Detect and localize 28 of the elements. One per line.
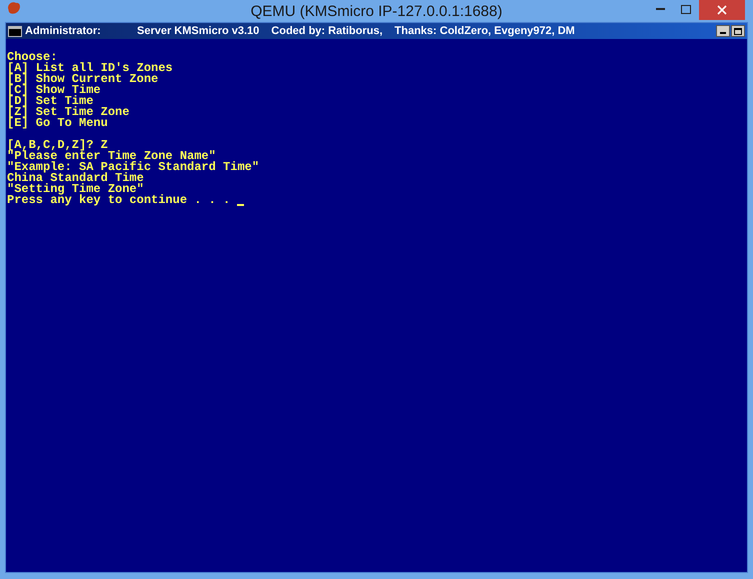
console-title: Administrator: (25, 24, 102, 39)
console-title: Coded by: Ratiborus, (271, 24, 383, 39)
console-line: [C] Show Time (7, 85, 101, 96)
console-line: [B] Show Current Zone (7, 74, 158, 85)
console-line: [E] Go To Menu (7, 118, 108, 129)
text-cursor (237, 204, 244, 206)
console-line: Press any key to continue . . . (7, 195, 232, 206)
console-line: [Z] Set Time Zone (7, 107, 130, 118)
minimize-button[interactable] (716, 25, 730, 37)
console-line: China Standard Time (7, 173, 144, 184)
console-line: Choose: (7, 52, 58, 63)
close-icon (717, 5, 727, 15)
window-title: QEMU (KMSmicro IP-127.0.0.1:1688) (250, 4, 502, 18)
maximize-icon (681, 4, 691, 14)
console-title: Server KMSmicro v3.10 (137, 24, 260, 39)
console-line: "Setting Time Zone" (7, 184, 144, 195)
console-line: [A] List all ID's Zones (7, 63, 173, 74)
console-line: "Please enter Time Zone Name" (7, 151, 216, 162)
maximize-button[interactable] (731, 25, 745, 37)
console-line: [D] Set Time (7, 96, 94, 107)
minimize-icon (656, 8, 664, 10)
console-line: "Example: SA Pacific Standard Time" (7, 162, 260, 173)
close-button[interactable] (699, 0, 745, 20)
console-icon (8, 26, 22, 36)
minimize-icon (720, 32, 726, 34)
console-title: Thanks: ColdZero, Evgeny972, DM (394, 24, 575, 39)
maximize-icon (734, 28, 742, 34)
console-line: [A,B,C,D,Z]? Z (7, 140, 108, 151)
